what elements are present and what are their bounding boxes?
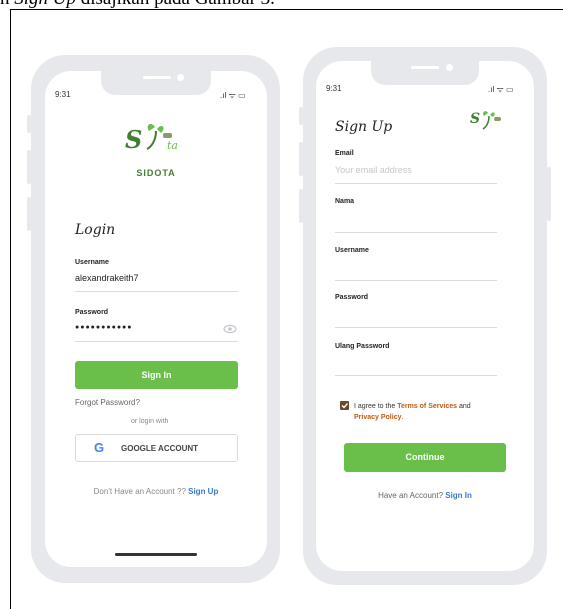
- check-icon: [341, 403, 349, 409]
- status-time: 9:31: [326, 84, 342, 93]
- side-button: [299, 142, 303, 176]
- forgot-password-link[interactable]: Forgot Password?: [75, 398, 140, 407]
- google-account-button[interactable]: G GOOGLE ACCOUNT: [75, 434, 238, 462]
- home-indicator: [115, 553, 197, 556]
- username-label: Username: [335, 247, 369, 254]
- no-account-text: Don't Have an Account ?? Sign Up: [45, 487, 267, 496]
- page-title: Sign Up: [335, 119, 393, 135]
- google-icon: G: [94, 440, 105, 455]
- username-label: Username: [75, 259, 109, 266]
- camera: [177, 74, 184, 81]
- login-screen: 9:31 .ıl ᯤ ▭ S ta SIDOTA Login Username …: [45, 71, 267, 567]
- agree-period: .: [401, 414, 404, 421]
- side-button: [299, 107, 303, 125]
- notch: [101, 71, 211, 95]
- have-account-label: Have an Account?: [378, 491, 446, 500]
- ulang-password-input[interactable]: [335, 375, 497, 376]
- ulang-password-label: Ulang Password: [335, 343, 390, 350]
- google-button-label: GOOGLE ACCOUNT: [121, 444, 199, 453]
- side-button: [299, 189, 303, 223]
- agree-prefix: I agree to the: [354, 403, 398, 410]
- password-input[interactable]: ●●●●●●●●●●●: [75, 324, 133, 331]
- agree-and: and: [457, 403, 471, 410]
- signal-icons: .ıl ᯤ ▭: [220, 91, 246, 100]
- side-button: [27, 115, 31, 133]
- notch: [371, 61, 479, 85]
- email-label: Email: [335, 150, 354, 157]
- no-account-label: Don't Have an Account ??: [93, 487, 189, 496]
- app-logo-small: S: [470, 109, 510, 133]
- power-button: [547, 167, 551, 221]
- password-label: Password: [335, 294, 369, 301]
- email-underline: [335, 183, 497, 184]
- email-input[interactable]: Your email address: [335, 165, 412, 175]
- agree-checkbox[interactable]: [340, 401, 349, 410]
- password-underline: [75, 341, 238, 342]
- speaker: [143, 76, 171, 79]
- terms-link[interactable]: Terms of Services: [397, 403, 457, 410]
- signin-link[interactable]: Sign In: [445, 491, 472, 500]
- privacy-link[interactable]: Privacy Policy: [354, 414, 401, 421]
- speaker: [411, 66, 439, 69]
- continue-button[interactable]: Continue: [344, 443, 506, 472]
- signin-button[interactable]: Sign In: [75, 361, 238, 389]
- side-button: [27, 197, 31, 231]
- or-login-text: or login with: [131, 418, 169, 425]
- signup-screen: 9:31 .ıl ᯤ ▭ Sign Up S Email Your email …: [316, 61, 534, 571]
- password-label: Password: [75, 309, 109, 316]
- brand-name: SIDOTA: [136, 168, 176, 178]
- username-input[interactable]: [335, 280, 497, 281]
- password-input[interactable]: [335, 327, 497, 328]
- status-time: 9:31: [55, 90, 71, 99]
- nama-label: Nama: [335, 198, 355, 205]
- login-phone: 9:31 .ıl ᯤ ▭ S ta SIDOTA Login Username …: [27, 55, 280, 583]
- side-button: [27, 150, 31, 184]
- signup-link[interactable]: Sign Up: [188, 487, 218, 496]
- eye-icon[interactable]: [223, 324, 237, 334]
- username-underline: [75, 291, 238, 292]
- signup-phone: 9:31 .ıl ᯤ ▭ Sign Up S Email Your email …: [299, 47, 551, 585]
- username-input[interactable]: alexandrakeith7: [75, 273, 139, 283]
- nama-input[interactable]: [335, 232, 497, 233]
- agree-text: I agree to the Terms of Services and Priv…: [354, 401, 504, 423]
- logo-letter: S: [470, 111, 481, 127]
- app-logo: S ta: [125, 121, 189, 161]
- have-account-text: Have an Account? Sign In: [316, 491, 534, 500]
- page-title: Login: [75, 222, 116, 238]
- logo-script: ta: [167, 139, 178, 152]
- leaf-icon: [482, 111, 501, 130]
- camera: [446, 64, 453, 71]
- signal-icons: .ıl ᯤ ▭: [488, 85, 514, 94]
- logo-letter: S: [125, 125, 143, 154]
